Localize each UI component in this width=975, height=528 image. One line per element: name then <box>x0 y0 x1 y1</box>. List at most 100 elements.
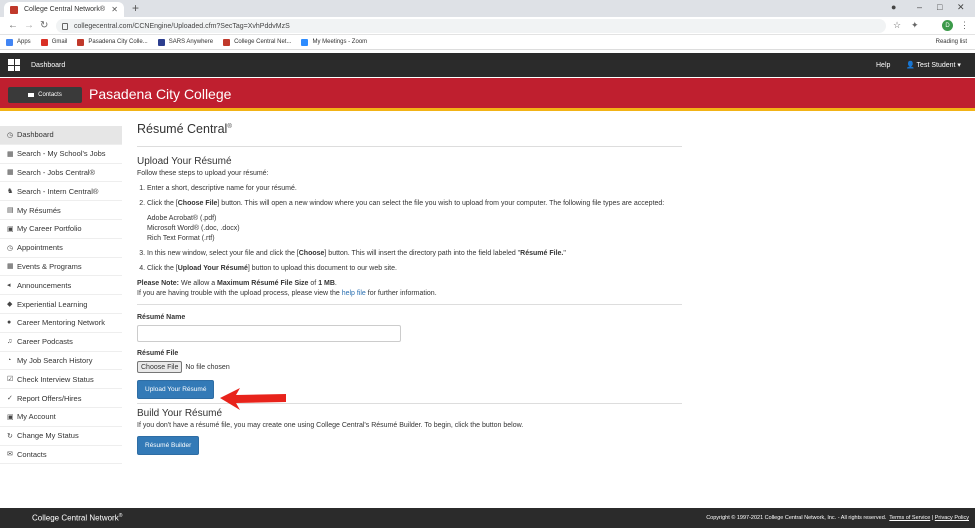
sidebar-item-search-intern-central[interactable]: ♞ Search - Intern Central® <box>0 182 122 202</box>
note-text-a: We allow a <box>179 280 218 287</box>
ccn-favicon-icon <box>10 5 18 14</box>
sidebar-item-experiential-learning[interactable]: ◆ Experiential Learning <box>0 295 122 314</box>
account-icon: ▣ <box>7 413 14 421</box>
profile-avatar[interactable]: D <box>942 20 953 31</box>
zoom-icon <box>301 38 309 46</box>
sidebar-item-dashboard[interactable]: ◷ Dashboard <box>0 126 122 145</box>
bookmark-item[interactable]: Apps <box>6 38 31 46</box>
sidebar-item-search-my-school-s-jobs[interactable]: ▦ Search - My School's Jobs <box>0 145 122 164</box>
browser-tab[interactable]: College Central Network® ✕ <box>4 2 124 17</box>
sidebar-item-my-r-sum-s[interactable]: ▤ My Résumés <box>0 201 122 220</box>
choose-file-button[interactable]: Choose File <box>137 361 183 373</box>
sidebar-item-my-job-search-history[interactable]: ◔ My Job Search History <box>0 352 122 371</box>
note-text-b: of <box>308 280 319 287</box>
user-menu[interactable]: 👤 Test Student ▾ <box>906 61 961 69</box>
college-banner: Contacts Pasadena City College <box>0 78 975 111</box>
record-icon[interactable]: ● <box>891 2 896 12</box>
bookmark-item[interactable]: SARS Anywhere <box>157 38 213 46</box>
back-icon[interactable]: ← <box>8 20 18 31</box>
step-4: Click the [Upload Your Résumé] button to… <box>147 264 682 274</box>
tab-title: College Central Network® <box>24 6 106 13</box>
sidebar-item-label: My Job Search History <box>17 355 93 365</box>
sidebar-item-label: Events & Programs <box>17 261 82 271</box>
reload-icon[interactable]: ↻ <box>40 20 48 31</box>
clock-icon: ◷ <box>7 244 14 252</box>
red-arrow-annotation <box>220 388 286 410</box>
sidebar-item-my-account[interactable]: ▣ My Account <box>0 408 122 427</box>
sidebar-item-career-podcasts[interactable]: ♫ Career Podcasts <box>0 333 122 352</box>
user-icon: ● <box>7 319 12 327</box>
minimize-icon[interactable]: – <box>917 2 922 12</box>
dashboard-icon: ◷ <box>7 131 14 139</box>
sidebar-item-change-my-status[interactable]: ↻ Change My Status <box>0 427 122 446</box>
sidebar-item-label: My Account <box>17 412 56 422</box>
help-file-link[interactable]: help file <box>342 290 366 297</box>
nav-help-link[interactable]: Help <box>876 62 890 69</box>
sidebar-item-career-mentoring-network[interactable]: ● Career Mentoring Network <box>0 314 122 333</box>
file-type-word: Microsoft Word® (.doc, .docx) <box>147 225 240 232</box>
file-type-rtf: Rich Text Format (.rtf) <box>147 235 215 242</box>
step-3-text-c: " <box>563 250 566 257</box>
trouble-text-b: for further information. <box>365 290 437 297</box>
sidebar-nav: ◷ Dashboard ▦ Search - My School's Jobs ▦ Sea… <box>0 126 122 465</box>
url-field[interactable]: collegecentral.com/CCNEngine/Uploaded.cf… <box>56 19 886 33</box>
sidebar-item-check-interview-status[interactable]: ☑ Check Interview Status <box>0 370 122 390</box>
sars-icon <box>157 38 165 46</box>
sidebar-item-report-offers-hires[interactable]: ✓ Report Offers/Hires <box>0 389 122 408</box>
sidebar-item-search-jobs-central[interactable]: ▦ Search - Jobs Central® <box>0 164 122 183</box>
bookmark-star-icon[interactable]: ☆ <box>893 20 901 31</box>
megaphone-icon: ◂ <box>7 282 11 290</box>
user-icon: 👤 <box>906 62 917 69</box>
no-file-status: No file chosen <box>185 363 230 371</box>
sidebar-item-label: Report Offers/Hires <box>17 393 82 403</box>
step-3-bold-a: Choose <box>298 250 325 257</box>
user-name: Test Student <box>916 62 956 69</box>
privacy-link[interactable]: Privacy Policy <box>935 515 969 521</box>
step-1: Enter a short, descriptive name for your… <box>147 184 682 194</box>
graduation-cap-icon: ◆ <box>7 301 13 309</box>
file-picker: Choose File No file chosen <box>137 361 682 373</box>
step-2: Click the [Choose File] button. This wil… <box>147 199 682 244</box>
resume-builder-button[interactable]: Résumé Builder <box>137 436 200 455</box>
terms-link[interactable]: Terms of Service <box>889 515 930 521</box>
copyright-text: Copyright © 1997-2021 College Central Ne… <box>706 515 887 521</box>
bookmark-item[interactable]: My Meetings - Zoom <box>301 38 367 46</box>
contacts-button[interactable]: Contacts <box>8 87 82 103</box>
sidebar-item-contacts[interactable]: ✉ Contacts <box>0 446 122 465</box>
menu-kebab-icon[interactable]: ⋮ <box>960 20 969 31</box>
resume-name-input[interactable] <box>137 325 401 342</box>
bookmark-label: Pasadena City Colle... <box>88 39 148 45</box>
sidebar-item-announcements[interactable]: ◂ Announcements <box>0 276 122 296</box>
bookmark-item[interactable]: College Central Net... <box>223 38 291 46</box>
nav-dashboard-link[interactable]: Dashboard <box>31 62 65 69</box>
close-tab-icon[interactable]: ✕ <box>111 5 118 14</box>
registered-mark: ® <box>227 123 232 130</box>
extensions-icon[interactable]: ✦ <box>911 20 919 31</box>
sidebar-item-label: Change My Status <box>17 431 79 441</box>
address-bar-row: ← → ↻ collegecentral.com/CCNEngine/Uploa… <box>0 17 975 35</box>
bookmark-item[interactable]: Gmail <box>40 38 68 46</box>
upload-steps: Enter a short, descriptive name for your… <box>137 184 682 274</box>
sidebar-item-events-programs[interactable]: ▦ Events & Programs <box>0 258 122 277</box>
ccn-icon <box>223 38 231 46</box>
page-title: Résumé Central® <box>137 122 682 136</box>
bookmark-label: Gmail <box>51 39 68 45</box>
maximize-icon[interactable]: □ <box>937 2 942 12</box>
search-icon: ▦ <box>7 150 14 158</box>
sidebar-item-label: Dashboard <box>17 130 54 140</box>
divider <box>137 304 682 305</box>
new-tab-icon[interactable]: + <box>132 1 139 15</box>
upload-resume-button[interactable]: Upload Your Résumé <box>137 380 215 399</box>
dashboard-grid-icon[interactable] <box>8 59 20 71</box>
url-text: collegecentral.com/CCNEngine/Uploaded.cf… <box>74 22 290 30</box>
window-close-icon[interactable]: ✕ <box>957 2 965 13</box>
bookmark-item[interactable]: Pasadena City Colle... <box>77 38 148 46</box>
forward-icon[interactable]: → <box>24 20 34 31</box>
step-2-bold: Choose File <box>177 200 218 207</box>
intern-icon: ♞ <box>7 188 14 196</box>
lock-icon <box>62 22 68 30</box>
sidebar-item-appointments[interactable]: ◷ Appointments <box>0 239 122 258</box>
refresh-icon: ↻ <box>7 432 13 440</box>
reading-list-link[interactable]: Reading list <box>936 39 967 45</box>
sidebar-item-my-career-portfolio[interactable]: ▣ My Career Portfolio <box>0 220 122 239</box>
